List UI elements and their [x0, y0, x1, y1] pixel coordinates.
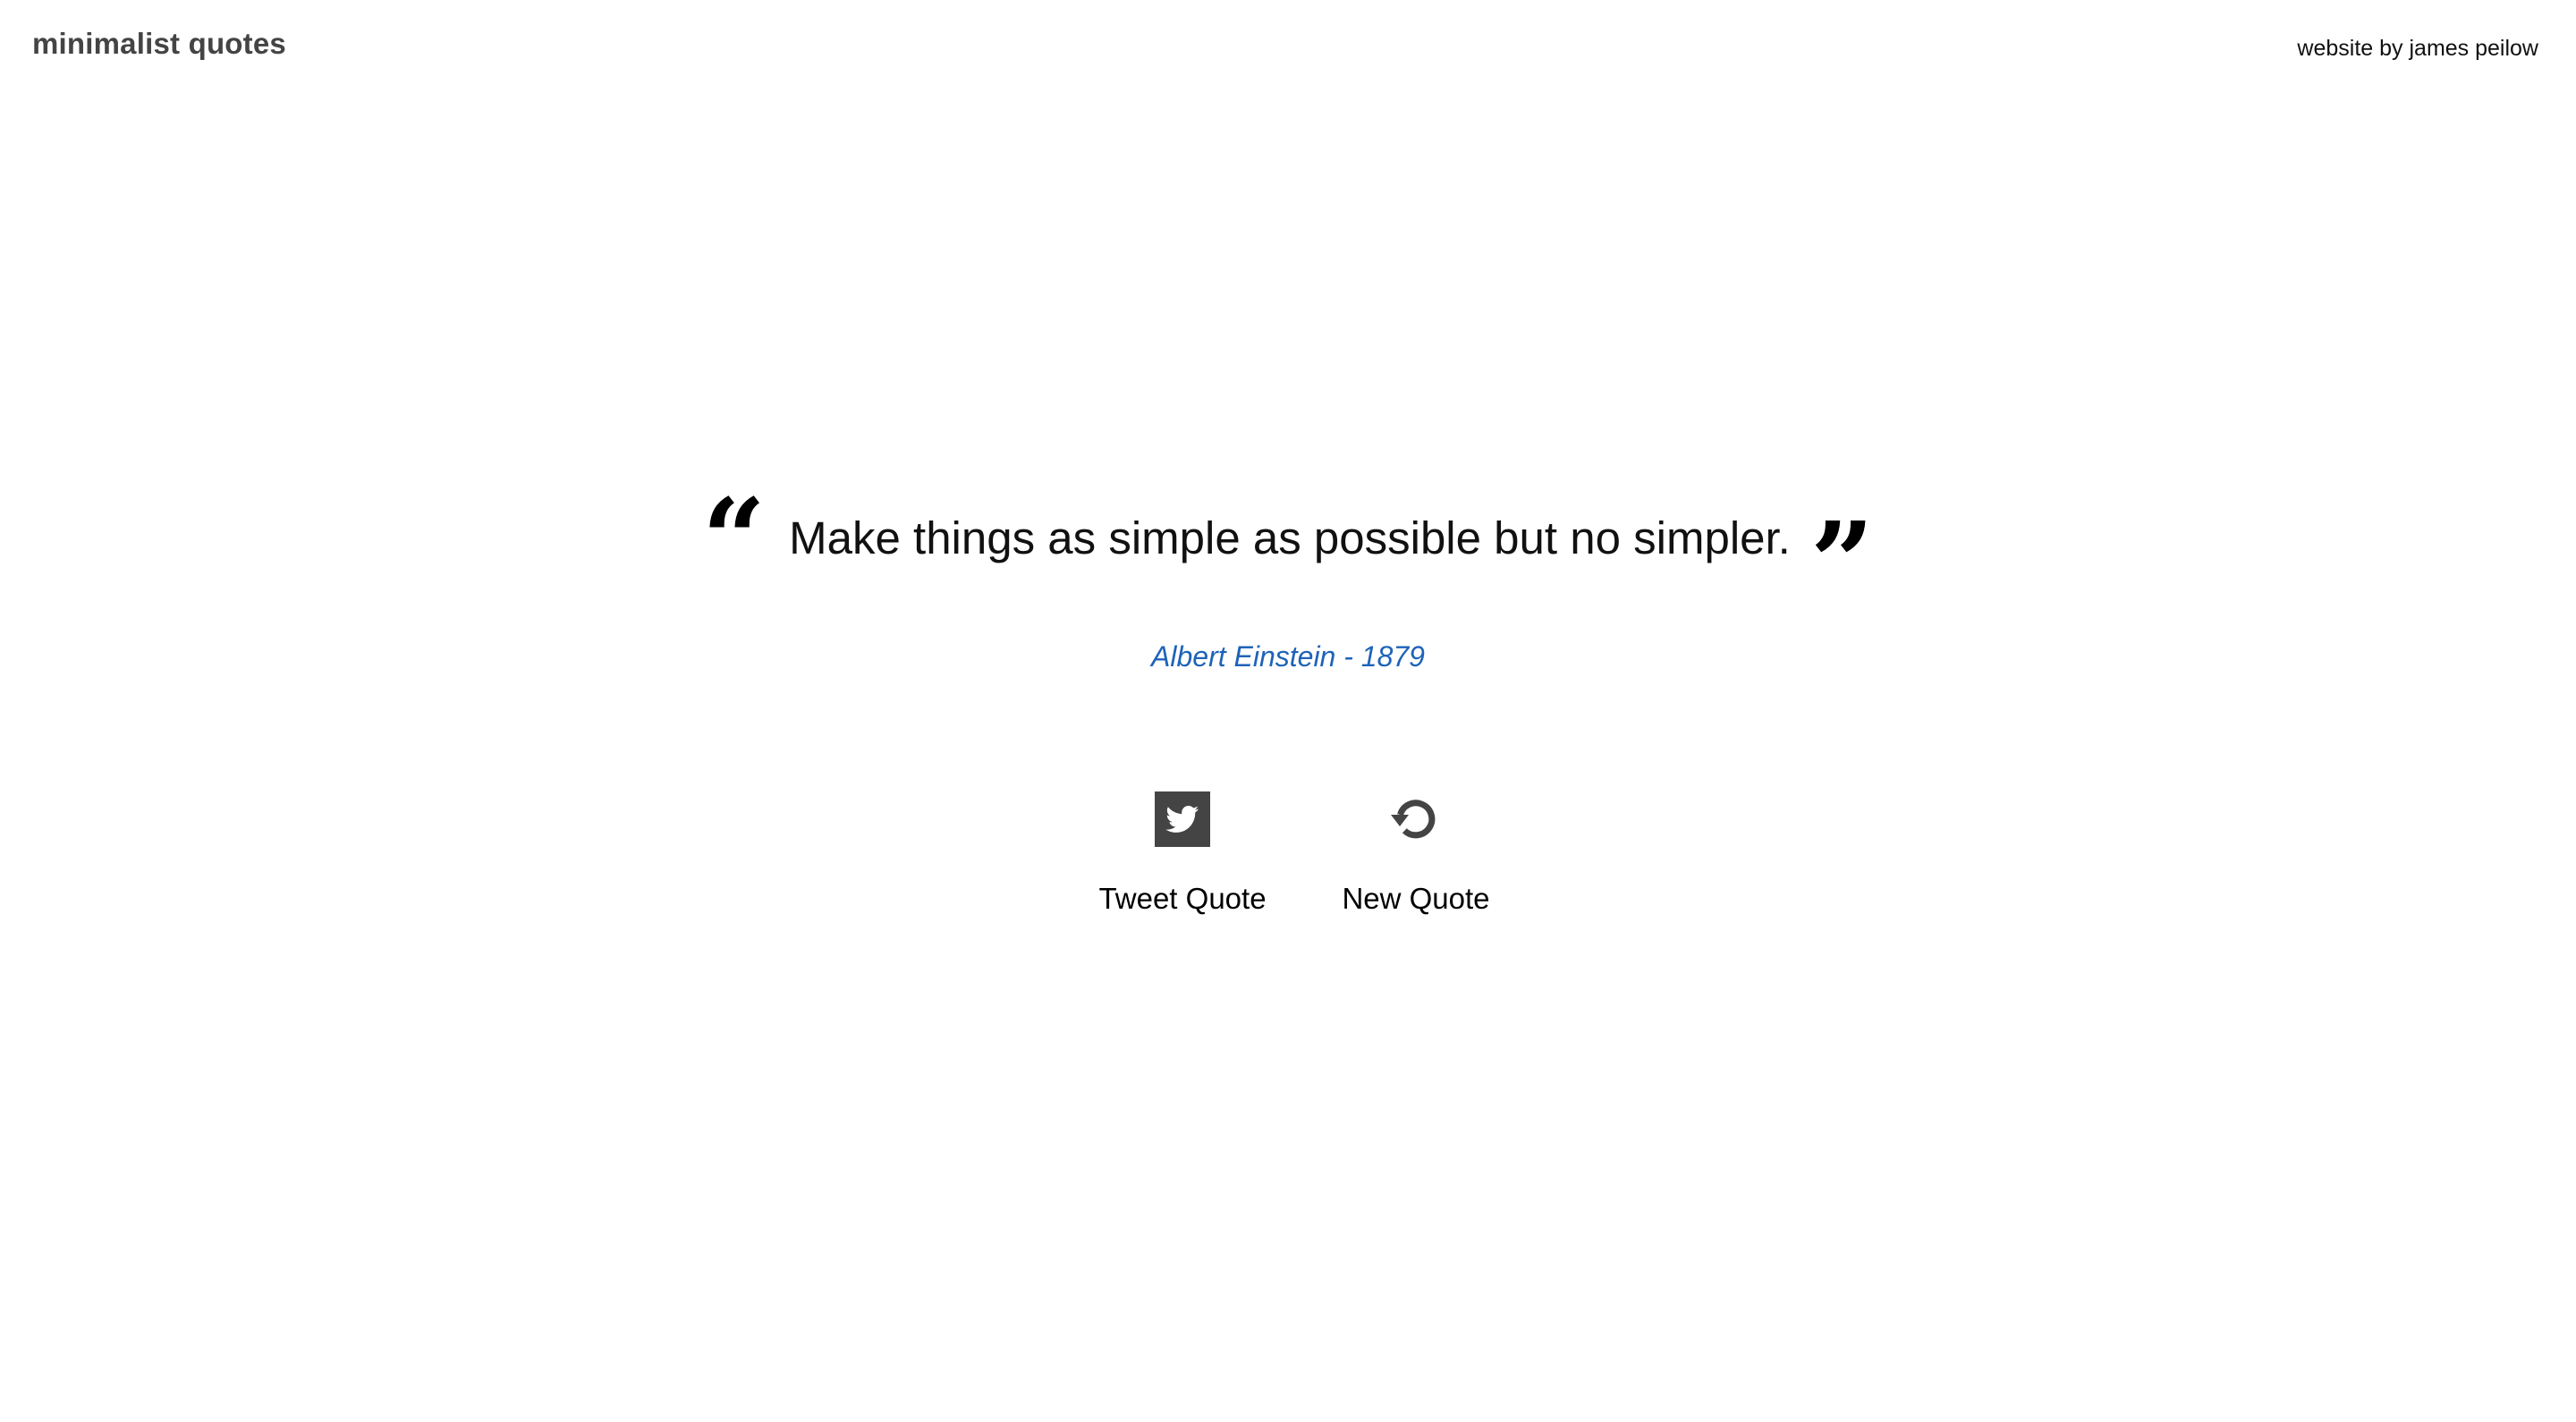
new-quote-button[interactable]: New Quote: [1326, 791, 1505, 916]
tweet-quote-button[interactable]: Tweet Quote: [1093, 791, 1272, 916]
close-quote-mark: ”: [1809, 498, 1875, 628]
page: minimalist quotes website by james peilo…: [0, 0, 2576, 1422]
refresh-icon[interactable]: [1387, 791, 1445, 848]
action-bar: Tweet Quote New Quote: [0, 791, 2576, 925]
quote-author: Albert Einstein - 1879: [1151, 640, 1425, 673]
open-quote-mark: “: [701, 475, 767, 605]
quote-text: Make things as simple as possible but no…: [789, 512, 1791, 563]
twitter-icon[interactable]: [1154, 791, 1211, 848]
quote-block: “ Make things as simple as possible but …: [0, 485, 2576, 628]
credit-link[interactable]: website by james peilow: [2297, 36, 2538, 62]
new-quote-label: New Quote: [1342, 882, 1490, 915]
tweet-quote-label: Tweet Quote: [1098, 882, 1267, 915]
site-title[interactable]: minimalist quotes: [32, 27, 286, 61]
